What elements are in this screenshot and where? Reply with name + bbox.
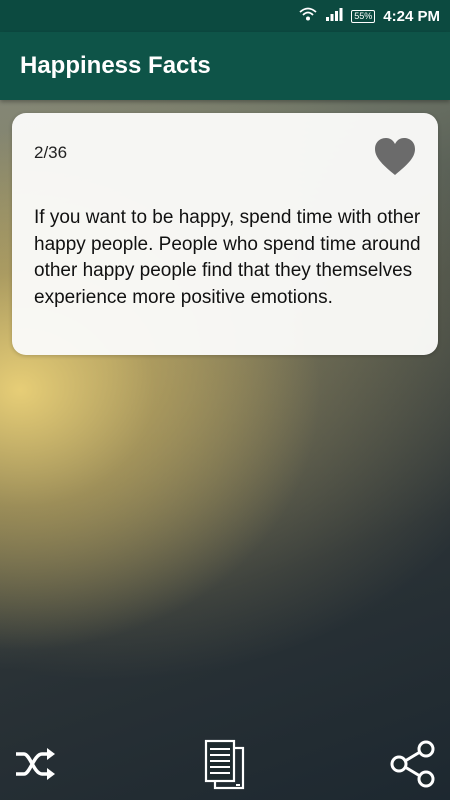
wifi-icon bbox=[299, 7, 317, 26]
app-title: Happiness Facts bbox=[20, 52, 211, 79]
bottom-toolbar bbox=[0, 730, 450, 800]
status-bar: 55% 4:24 PM bbox=[0, 0, 450, 32]
app-bar: Happiness Facts bbox=[0, 32, 450, 100]
heart-icon[interactable] bbox=[374, 137, 416, 177]
fact-text: If you want to be happy, spend time with… bbox=[34, 207, 421, 308]
shuffle-icon[interactable] bbox=[14, 744, 58, 784]
fact-card: 2/36 If you want to be happy, spend time… bbox=[12, 113, 438, 355]
fact-list-icon[interactable] bbox=[203, 738, 247, 794]
battery-icon: 55% bbox=[351, 9, 376, 23]
fact-counter: 2/36 bbox=[34, 143, 68, 162]
status-time: 4:24 PM bbox=[383, 7, 440, 25]
share-icon[interactable] bbox=[388, 740, 438, 788]
signal-icon bbox=[325, 7, 343, 26]
